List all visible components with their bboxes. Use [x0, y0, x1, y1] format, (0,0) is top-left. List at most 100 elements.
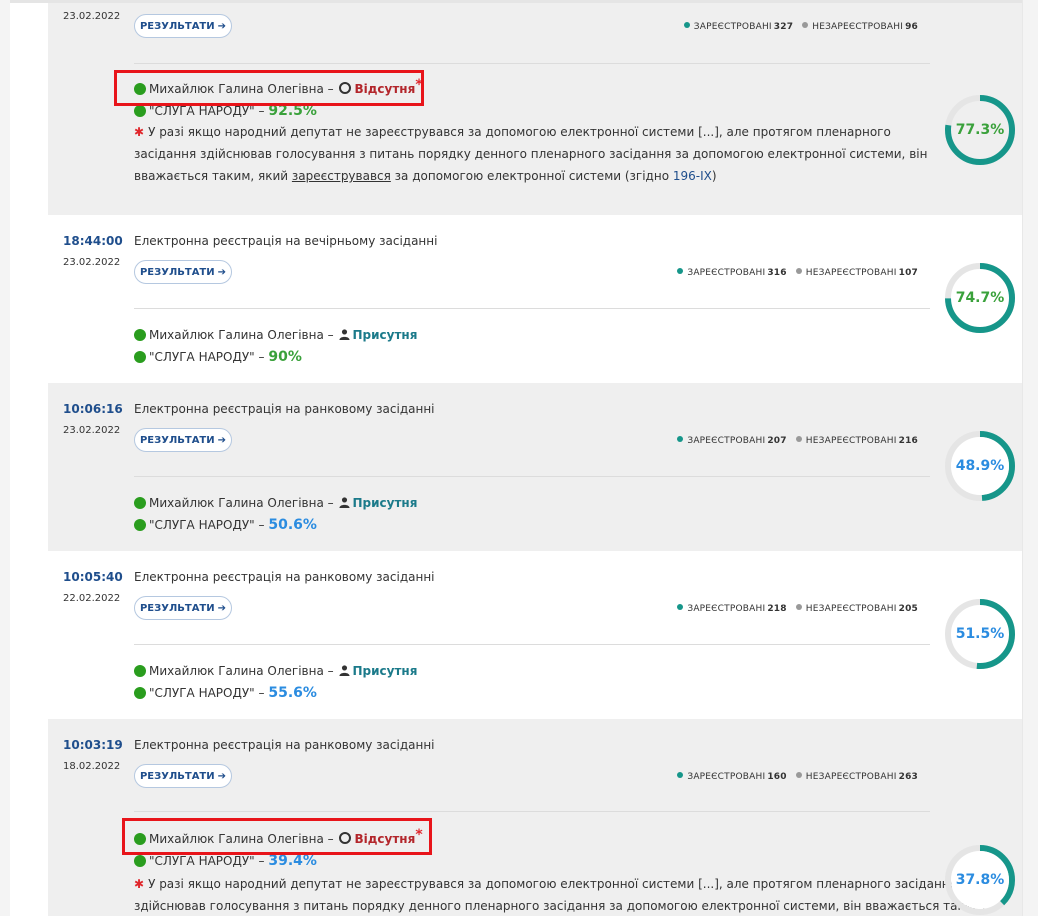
row-time: 10:05:40 [63, 570, 123, 584]
unregistered-dot-icon [795, 772, 802, 778]
faction-dot-icon [134, 497, 146, 509]
ring-percent: 37.8% [955, 872, 1005, 888]
party-percent: 50.6% [268, 517, 317, 533]
registration-stats: ЗАРЕЄСТРОВАНІ 218 НЕЗАРЕЄСТРОВАНІ 205 [677, 604, 924, 614]
row-time: 10:06:16 [63, 402, 123, 416]
asterisk-icon: ✱ [134, 125, 145, 139]
registration-stats: ЗАРЕЄСТРОВАНІ 316 НЕЗАРЕЄСТРОВАНІ 107 [677, 268, 924, 278]
registration-ring: 48.9% [944, 430, 1016, 502]
arrow-right-icon: ➔ [217, 434, 227, 446]
row-date: 18.02.2022 [63, 761, 121, 772]
registration-note: ✱ У разі якщо народний депутат не зареєст… [134, 125, 928, 183]
ring-percent: 74.7% [955, 290, 1005, 306]
row-date: 23.02.2022 [63, 425, 121, 436]
party-result: "СЛУГА НАРОДУ" – 50.6% [134, 517, 317, 533]
row-title: Електронна реєстрація на вечірньому засі… [134, 234, 438, 248]
registration-row: 23.02.2022 РЕЗУЛЬТАТИ ➔ ЗАРЕЄСТРОВАНІ 327 … [48, 3, 1022, 215]
party-percent: 90% [268, 349, 302, 365]
deputy-name[interactable]: Михайлюк Галина Олегівна [149, 496, 324, 510]
faction-dot-icon [134, 329, 146, 341]
row-divider [134, 63, 930, 64]
registered-dot-icon [677, 604, 684, 610]
deputy-name[interactable]: Михайлюк Галина Олегівна [149, 664, 324, 678]
party-name[interactable]: "СЛУГА НАРОДУ" [149, 518, 255, 532]
user-icon [339, 497, 351, 508]
row-time: 18:44:00 [63, 234, 123, 248]
row-divider [134, 644, 930, 645]
results-button[interactable]: РЕЗУЛЬТАТИ ➔ [134, 260, 232, 284]
party-name[interactable]: "СЛУГА НАРОДУ" [149, 104, 255, 118]
registration-ring: 37.8% [944, 844, 1016, 916]
unregistered-dot-icon [795, 436, 802, 442]
highlight-box [114, 70, 424, 106]
row-divider [134, 811, 930, 812]
user-icon [339, 665, 351, 676]
faction-dot-icon [134, 519, 146, 531]
unregistered-dot-icon [795, 604, 802, 610]
faction-dot-icon [134, 855, 146, 867]
row-date: 22.02.2022 [63, 593, 121, 604]
party-name[interactable]: "СЛУГА НАРОДУ" [149, 854, 255, 868]
party-percent: 55.6% [268, 685, 317, 701]
row-date: 23.02.2022 [63, 257, 121, 268]
law-link[interactable]: 196-IX [673, 169, 712, 183]
registration-row: 10:06:16 23.02.2022 Електронна реєстраці… [48, 383, 1022, 551]
deputy-status: Михайлюк Галина Олегівна – Присутня [134, 664, 417, 678]
registration-stats: ЗАРЕЄСТРОВАНІ 207 НЕЗАРЕЄСТРОВАНІ 216 [677, 436, 924, 446]
scrollbar-track[interactable] [1022, 0, 1038, 916]
faction-dot-icon [134, 687, 146, 699]
row-title: Електронна реєстрація на ранковому засід… [134, 738, 435, 752]
results-button[interactable]: РЕЗУЛЬТАТИ ➔ [134, 14, 232, 38]
faction-dot-icon [134, 351, 146, 363]
registered-dot-icon [677, 436, 684, 442]
faction-dot-icon [134, 105, 146, 117]
party-result: "СЛУГА НАРОДУ" – 90% [134, 349, 302, 365]
ring-percent: 51.5% [955, 626, 1005, 642]
row-divider [134, 476, 930, 477]
registration-row: 10:05:40 22.02.2022 Електронна реєстраці… [48, 551, 1022, 719]
user-icon [339, 329, 351, 340]
present-label: Присутня [352, 496, 418, 510]
row-time: 10:03:19 [63, 738, 123, 752]
registered-dot-icon [677, 772, 684, 778]
ring-percent: 77.3% [955, 122, 1005, 138]
deputy-name[interactable]: Михайлюк Галина Олегівна [149, 328, 324, 342]
registration-ring: 74.7% [944, 262, 1016, 334]
faction-dot-icon [134, 665, 146, 677]
registration-ring: 51.5% [944, 598, 1016, 670]
party-name[interactable]: "СЛУГА НАРОДУ" [149, 350, 255, 364]
page-left-margin [0, 0, 10, 916]
registered-dot-icon [683, 22, 690, 28]
registration-note: ✱ У разі якщо народний депутат не зареєст… [134, 877, 986, 913]
registration-stats: ЗАРЕЄСТРОВАНІ 160 НЕЗАРЕЄСТРОВАНІ 263 [677, 772, 924, 782]
registration-row: 18:44:00 23.02.2022 Електронна реєстраці… [48, 215, 1022, 383]
results-button[interactable]: РЕЗУЛЬТАТИ ➔ [134, 428, 232, 452]
deputy-status: Михайлюк Галина Олегівна – Присутня [134, 496, 417, 510]
party-percent: 39.4% [268, 853, 317, 869]
ring-percent: 48.9% [955, 458, 1005, 474]
party-result: "СЛУГА НАРОДУ" – 55.6% [134, 685, 317, 701]
row-title: Електронна реєстрація на ранковому засід… [134, 402, 435, 416]
party-name[interactable]: "СЛУГА НАРОДУ" [149, 686, 255, 700]
unregistered-dot-icon [802, 22, 809, 28]
row-date: 23.02.2022 [63, 11, 121, 22]
results-button[interactable]: РЕЗУЛЬТАТИ ➔ [134, 764, 232, 788]
present-label: Присутня [352, 328, 418, 342]
registration-ring: 77.3% [944, 94, 1016, 166]
asterisk-icon: ✱ [134, 877, 145, 891]
arrow-right-icon: ➔ [217, 770, 227, 782]
registration-list: 23.02.2022 РЕЗУЛЬТАТИ ➔ ЗАРЕЄСТРОВАНІ 327 … [10, 0, 1022, 916]
deputy-status: Михайлюк Галина Олегівна – Присутня [134, 328, 417, 342]
results-button[interactable]: РЕЗУЛЬТАТИ ➔ [134, 596, 232, 620]
party-result: "СЛУГА НАРОДУ" – 39.4% [134, 853, 317, 869]
arrow-right-icon: ➔ [217, 20, 227, 32]
highlight-box [122, 818, 432, 855]
registration-stats: ЗАРЕЄСТРОВАНІ 327 НЕЗАРЕЄСТРОВАНІ 96 [683, 22, 924, 32]
present-label: Присутня [352, 664, 418, 678]
row-divider [134, 308, 930, 309]
registered-dot-icon [677, 268, 684, 274]
arrow-right-icon: ➔ [217, 266, 227, 278]
arrow-right-icon: ➔ [217, 602, 227, 614]
row-title: Електронна реєстрація на ранковому засід… [134, 570, 435, 584]
unregistered-dot-icon [795, 268, 802, 274]
